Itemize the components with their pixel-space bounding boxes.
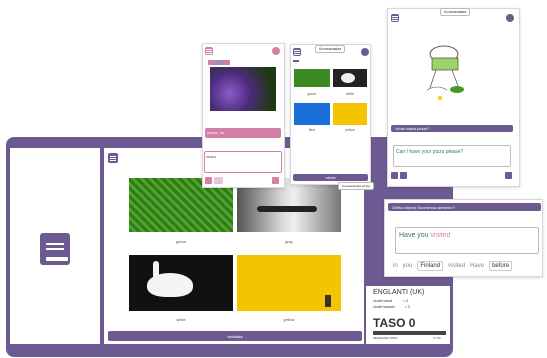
tile-yellow[interactable] <box>237 255 341 311</box>
tile-label-white: white <box>176 317 186 322</box>
grid-label-green: green <box>307 92 317 96</box>
progress-stripe <box>293 60 299 62</box>
cartoon-phrase-bar: Voinko saada pizzan? <box>391 125 513 132</box>
next-level-label: SEURAAVA TASO <box>373 336 398 340</box>
word-visited[interactable]: visited <box>448 263 465 269</box>
grid-badge: Kuvasanastaa <box>315 45 346 53</box>
tile-label-green: green <box>175 239 187 244</box>
answer-word: visited <box>430 232 451 239</box>
new-phrases-value: = 0 <box>405 305 410 309</box>
grid-tile-yellow[interactable] <box>333 103 367 125</box>
word-in[interactable]: in <box>393 263 398 269</box>
grid-tile-white[interactable] <box>333 69 367 87</box>
speaker-icon[interactable] <box>214 177 223 184</box>
level-progress-bar <box>373 331 446 335</box>
next-arrow-icon[interactable] <box>505 172 512 179</box>
answer-prefix: Have you <box>399 232 431 239</box>
tile-label-gray: gray <box>285 239 293 244</box>
crocus-bar-text: crocus - be <box>207 131 225 135</box>
settings-icon[interactable] <box>272 47 280 55</box>
word-bank: in you Finland visited Have before <box>393 261 513 271</box>
crocus-image <box>210 67 276 111</box>
tile-label-yellow: yellow <box>283 317 295 322</box>
trash-icon[interactable] <box>205 177 212 184</box>
language-label: ENGLANTI (UK) <box>373 289 425 296</box>
cartoon-answer-text: Can I have your pizza please? <box>396 149 464 155</box>
tablet-sidebar <box>10 148 100 344</box>
word-you[interactable]: you <box>403 263 413 269</box>
grid-tooltip: Kuvasanastaa tehdyt <box>338 182 375 190</box>
trash-icon[interactable] <box>391 172 398 179</box>
menu-icon[interactable] <box>293 48 301 56</box>
next-arrow-icon[interactable] <box>272 177 279 184</box>
crocus-input-value: crocu <box>206 154 216 159</box>
pizza-icon <box>450 86 464 93</box>
grid-label-white: white <box>345 92 355 96</box>
grid-label-blue: blue <box>308 128 316 132</box>
word-finland[interactable]: Finland <box>417 261 444 271</box>
book-icon[interactable] <box>40 233 70 265</box>
settings-icon[interactable] <box>506 14 514 22</box>
word-before[interactable]: before <box>489 261 513 271</box>
cartoon-badge: Kuvasanastaa <box>440 8 471 16</box>
menu-icon[interactable] <box>108 153 118 163</box>
new-words-value: = 0 <box>403 299 408 303</box>
new-phrases-label: Uudet lauseet <box>373 305 395 309</box>
menu-icon[interactable] <box>205 47 213 55</box>
spark-dot <box>438 96 442 100</box>
tablet-submit-button[interactable]: tarkistaa <box>108 331 362 341</box>
answer-text: Have you visited <box>399 232 450 239</box>
word-have[interactable]: Have <box>470 263 484 269</box>
level-label: TASO 0 <box>373 316 416 330</box>
color-swatches <box>208 60 230 65</box>
progress-text: 0 / 50 <box>433 336 441 340</box>
speaker-icon[interactable] <box>400 172 407 179</box>
grid-label-yellow: yellow <box>345 128 355 132</box>
grid-submit-button[interactable]: valmis <box>293 174 368 181</box>
settings-icon[interactable] <box>361 48 369 56</box>
grid-tile-blue[interactable] <box>294 103 330 125</box>
menu-icon[interactable] <box>391 14 399 22</box>
tile-white[interactable] <box>129 255 233 311</box>
grid-tile-green[interactable] <box>294 69 330 87</box>
new-words-label: Uudet sanat <box>373 299 392 303</box>
question-bar: Oletko käynyt Suomessa aiemmin? <box>388 203 541 211</box>
